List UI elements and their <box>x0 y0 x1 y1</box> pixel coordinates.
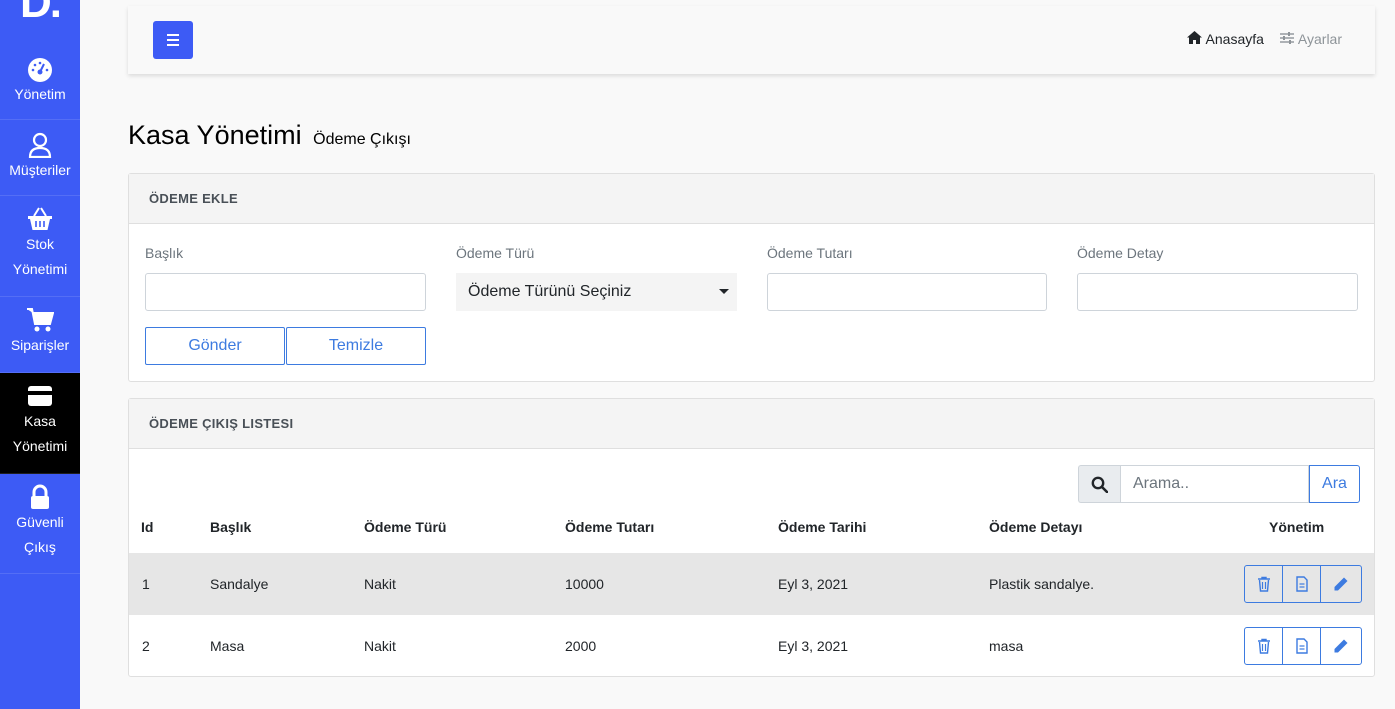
detail-button[interactable] <box>1282 565 1321 603</box>
cell-title: Sandalye <box>210 576 269 592</box>
cell-amount: 2000 <box>565 638 597 654</box>
submit-button[interactable]: Gönder <box>145 327 285 365</box>
cell-id: 2 <box>142 638 150 654</box>
cell-title: Masa <box>210 638 245 654</box>
detail-button[interactable] <box>1282 627 1321 665</box>
payment-type-value: Ödeme Türünü Seçiniz <box>468 283 632 300</box>
edit-button[interactable] <box>1320 565 1362 603</box>
card-header: ÖDEME EKLE <box>129 174 1374 224</box>
page-title-text: Kasa Yönetimi <box>128 120 302 150</box>
delete-button[interactable] <box>1244 565 1283 603</box>
table-row: 2 Masa Nakit 2000 Eyl 3, 2021 masa <box>129 615 1374 677</box>
amount-label: Ödeme Tutarı <box>767 245 853 261</box>
payment-type-select[interactable]: Ödeme Türünü Seçiniz <box>456 273 737 311</box>
payment-type-label: Ödeme Türü <box>456 245 535 261</box>
column-header: Ödeme Türü <box>364 519 447 535</box>
chevron-down-icon <box>719 289 729 294</box>
sidebar: D. Yönetim Müşteriler Stok Yönetimi Sipa… <box>0 0 80 709</box>
cell-type: Nakit <box>364 638 396 654</box>
title-input[interactable] <box>145 273 426 311</box>
home-label: Anasayfa <box>1205 31 1264 47</box>
cell-detail: Plastik sandalye. <box>989 576 1095 592</box>
column-header: Ödeme Detayı <box>989 519 1083 535</box>
column-header: Id <box>141 519 154 535</box>
payment-list-card: ÖDEME ÇIKIŞ LISTESI Ara Id Başlık Ödeme … <box>128 398 1375 677</box>
sidebar-item-label: Siparişler <box>10 337 70 353</box>
sidebar-item-label: Yönetimi <box>12 261 68 277</box>
trash-icon <box>1257 638 1270 654</box>
cell-id: 1 <box>142 576 150 592</box>
basket-icon <box>26 206 54 232</box>
home-link[interactable]: Anasayfa <box>1186 31 1264 47</box>
sidebar-item-label: Yönetimi <box>12 438 68 454</box>
lock-icon <box>26 484 54 510</box>
page-subtitle: Ödeme Çıkışı <box>313 131 411 148</box>
column-header: Başlık <box>210 519 252 535</box>
hamburger-icon <box>167 34 179 36</box>
sidebar-item-musteriler[interactable]: Müşteriler <box>0 120 80 196</box>
cell-date: Eyl 3, 2021 <box>778 576 849 592</box>
payment-add-card: ÖDEME EKLE Başlık Ödeme Türü Ödeme Türün… <box>128 173 1375 382</box>
pencil-icon <box>1334 577 1348 591</box>
dashboard-icon <box>26 56 54 82</box>
page-title: Kasa Yönetimi Ödeme Çıkışı <box>128 120 411 151</box>
cell-detail: masa <box>989 638 1024 654</box>
sidebar-item-yonetim[interactable]: Yönetim <box>0 44 80 120</box>
document-icon <box>1295 576 1308 592</box>
top-links: Anasayfa Ayarlar <box>1186 31 1342 47</box>
menu-toggle-button[interactable] <box>153 21 193 59</box>
detail-input[interactable] <box>1077 273 1358 311</box>
sidebar-item-label: Stok <box>25 236 54 252</box>
sidebar-item-guvenli-cikis[interactable]: Güvenli Çıkış <box>0 474 80 574</box>
search-icon <box>1078 465 1120 503</box>
delete-button[interactable] <box>1244 627 1283 665</box>
home-icon <box>1186 31 1202 47</box>
cart-icon <box>26 307 54 333</box>
trash-icon <box>1257 576 1270 592</box>
user-icon <box>26 132 54 158</box>
sidebar-item-label: Yönetim <box>14 86 66 102</box>
search-group: Ara <box>1078 465 1360 503</box>
edit-button[interactable] <box>1320 627 1362 665</box>
table-row: 1 Sandalye Nakit 10000 Eyl 3, 2021 Plast… <box>129 553 1374 615</box>
sidebar-item-label: Kasa <box>24 413 56 429</box>
search-button[interactable]: Ara <box>1309 465 1360 503</box>
settings-label: Ayarlar <box>1297 31 1342 47</box>
sidebar-item-label: Güvenli <box>16 514 64 530</box>
sidebar-item-label: Çıkış <box>24 539 56 555</box>
row-actions <box>1244 565 1362 603</box>
cell-date: Eyl 3, 2021 <box>778 638 849 654</box>
cell-type: Nakit <box>364 576 396 592</box>
title-label: Başlık <box>145 245 184 261</box>
clear-button[interactable]: Temizle <box>286 327 426 365</box>
row-actions <box>1244 627 1362 665</box>
column-header: Ödeme Tarihi <box>778 519 867 535</box>
pencil-icon <box>1334 639 1348 653</box>
detail-label: Ödeme Detay <box>1077 245 1164 261</box>
cell-amount: 10000 <box>565 576 604 592</box>
topbar: Anasayfa Ayarlar <box>128 6 1375 74</box>
column-header: Yönetim <box>1269 519 1325 535</box>
column-header: Ödeme Tutarı <box>565 519 655 535</box>
search-input[interactable] <box>1120 465 1309 503</box>
table-header: Id Başlık Ödeme Türü Ödeme Tutarı Ödeme … <box>129 515 1374 553</box>
settings-link[interactable]: Ayarlar <box>1279 31 1342 47</box>
sidebar-item-stok[interactable]: Stok Yönetimi <box>0 196 80 297</box>
card-header: ÖDEME ÇIKIŞ LISTESI <box>129 399 1374 449</box>
brand-logo[interactable]: D. <box>20 0 62 28</box>
sidebar-item-label: Müşteriler <box>9 162 71 178</box>
amount-input[interactable] <box>767 273 1047 311</box>
document-icon <box>1295 638 1308 654</box>
sliders-icon <box>1279 31 1294 47</box>
sidebar-item-kasa[interactable]: Kasa Yönetimi <box>0 373 80 474</box>
sidebar-item-siparisler[interactable]: Siparişler <box>0 297 80 373</box>
card-icon <box>26 383 54 409</box>
